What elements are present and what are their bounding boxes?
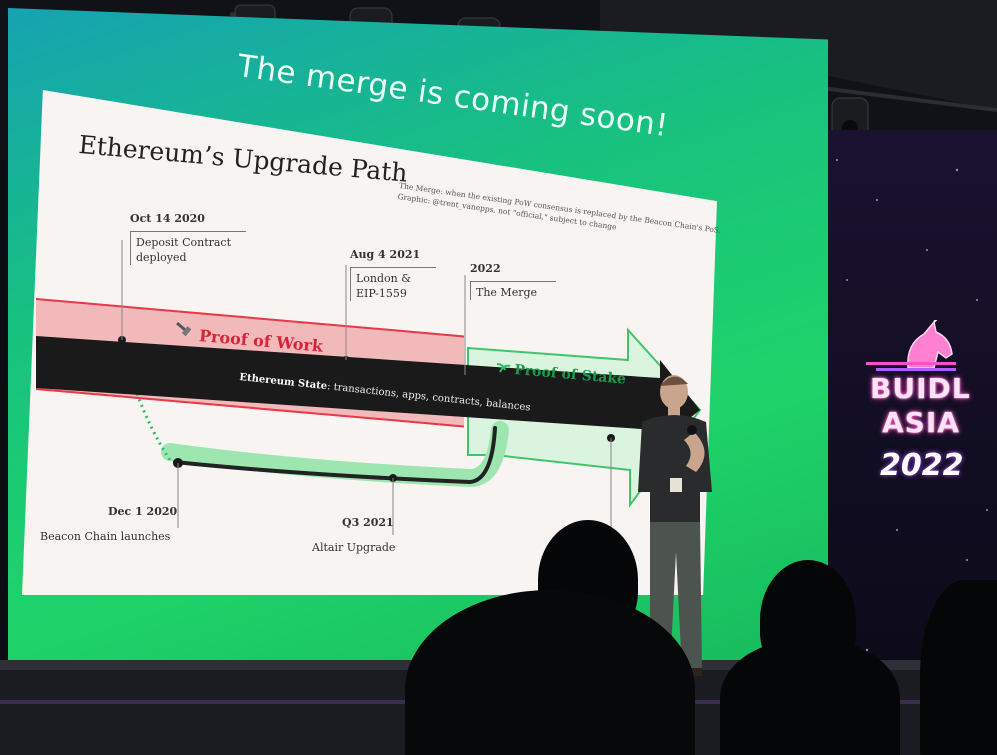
logo-year: 2022 <box>880 448 964 483</box>
logo-buidl: BUIDL <box>870 372 971 405</box>
milestone-q3-2021: Q3 2021 Altair Upgrade <box>312 516 395 554</box>
event-logo: BUIDL ASIA 2022 <box>860 320 970 500</box>
milestone-desc: Altair Upgrade <box>312 541 396 554</box>
milestone-desc: Beacon Chain launches <box>40 530 171 543</box>
logo-asia: ASIA <box>882 406 960 439</box>
milestone-date: Dec 1 2020 <box>108 505 178 518</box>
conference-stage-photo: The merge is coming soon! Ethereum’s Upg… <box>0 0 997 755</box>
audience-head <box>720 640 900 755</box>
milestone-dec-2020: Dec 1 2020 Beacon Chain launches <box>40 505 177 543</box>
milestone-date: Q3 2021 <box>342 516 394 529</box>
